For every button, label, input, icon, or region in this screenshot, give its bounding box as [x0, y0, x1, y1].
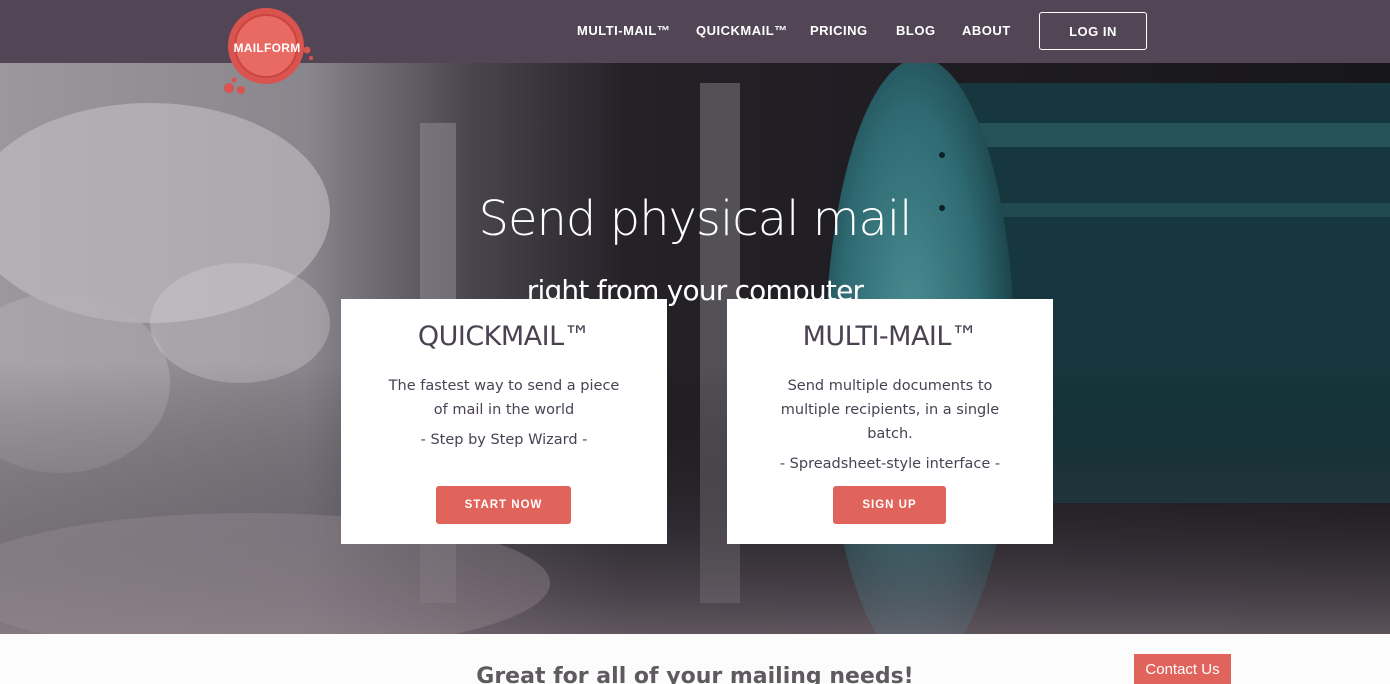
card-description: Send multiple documents to multiple reci… [780, 378, 1000, 442]
card-description: The fastest way to send a piece of mail … [388, 378, 620, 418]
quickmail-card: QUICKMAIL™ The fastest way to send a pie… [341, 299, 667, 544]
card-feature: - Spreadsheet-style interface - [779, 456, 1001, 472]
nav-multi-mail[interactable]: MULTI-MAIL™ [577, 23, 670, 38]
hero-title: Send physical mail [478, 191, 912, 247]
contact-us-button[interactable]: Contact Us [1134, 654, 1231, 684]
multi-mail-card: MULTI-MAIL™ Send multiple documents to m… [727, 299, 1053, 544]
nav-pricing[interactable]: PRICING [810, 23, 868, 38]
nav-blog[interactable]: BLOG [896, 23, 936, 38]
hero-section: Send physical mail right from your compu… [0, 63, 1390, 634]
mailbox-background-image [0, 63, 1390, 634]
logo-text: MAILFORM [233, 41, 301, 55]
card-feature: - Step by Step Wizard - [420, 432, 588, 448]
start-now-button[interactable]: START NOW [436, 486, 571, 524]
mailform-logo[interactable]: MAILFORM [224, 8, 313, 94]
hero-subtitle: right from your computer [526, 274, 864, 307]
card-title: QUICKMAIL™ [417, 321, 591, 352]
nav-about[interactable]: ABOUT [962, 23, 1011, 38]
login-button[interactable]: LOG IN [1039, 12, 1147, 50]
nav-quickmail[interactable]: QUICKMAIL™ [696, 23, 788, 38]
card-title: MULTI-MAIL™ [802, 321, 978, 352]
sign-up-button[interactable]: SIGN UP [833, 486, 946, 524]
top-navbar: MAILFORM MULTI-MAIL™ QUICKMAIL™ PRICING … [0, 0, 1390, 94]
